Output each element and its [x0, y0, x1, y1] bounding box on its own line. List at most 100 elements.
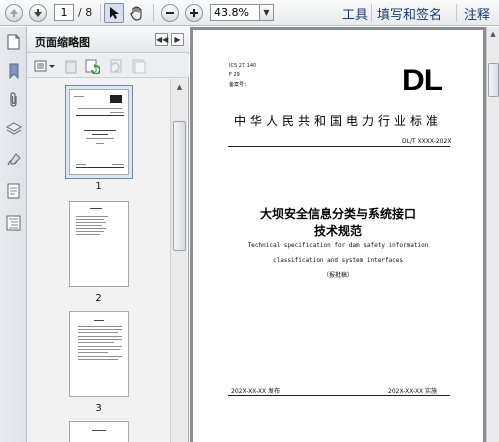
thumbnail-list: 1 2 3 — [27, 79, 170, 442]
scrollbar-thumb[interactable] — [173, 121, 186, 251]
thumb-line — [90, 208, 102, 209]
layers-icon — [5, 121, 22, 135]
fill-sign-link[interactable]: 填写和签名 — [377, 4, 442, 23]
content-button[interactable] — [5, 214, 22, 231]
delete-pages-button[interactable] — [63, 58, 79, 74]
thumbnail-page-3[interactable] — [69, 311, 129, 397]
implement-date: 202X-XX-XX 实施 — [388, 388, 438, 395]
minus-icon — [161, 4, 179, 22]
thumb-line — [78, 346, 122, 347]
thumbnail-toolbar — [27, 54, 189, 78]
thumb-line — [78, 332, 118, 333]
zoom-out-button[interactable] — [160, 3, 180, 23]
document-properties-button[interactable] — [5, 182, 22, 199]
tools-link[interactable]: 工具 — [342, 4, 368, 23]
thumb-line — [86, 138, 114, 139]
thumb-line — [78, 339, 122, 340]
page-number-input[interactable]: 1 — [54, 4, 74, 21]
paperclip-icon — [9, 91, 17, 107]
main-title-line-1: 大坝安全信息分类与系统接口 — [259, 207, 416, 221]
rotate-counter-button[interactable] — [107, 58, 123, 74]
dl-logo: DL — [402, 64, 443, 97]
navigation-pane-strip — [0, 27, 27, 442]
thumbnail-number: 2 — [95, 293, 102, 304]
thumb-line — [78, 336, 122, 337]
scroll-up-icon[interactable]: ▲ — [173, 81, 186, 94]
thumbnail-page-4[interactable] — [69, 421, 129, 442]
arrow-up-icon — [5, 4, 23, 22]
thumb-line — [112, 164, 124, 165]
layers-button[interactable] — [5, 120, 22, 137]
ics-code: ICS 27.140 — [229, 63, 257, 69]
document-page: ICS 27.140 F 29 备案号： DL 中华人民共和国电力行业标准 DL… — [193, 30, 483, 442]
comment-link[interactable]: 注释 — [464, 4, 490, 23]
thumb-line — [96, 143, 104, 144]
english-title-line-1: Technical specification for dam safety i… — [247, 242, 429, 249]
options-menu-icon — [34, 60, 55, 72]
thumbnail-page-1[interactable] — [69, 89, 129, 175]
document-view: ICS 27.140 F 29 备案号： DL 中华人民共和国电力行业标准 DL… — [190, 27, 486, 442]
double-chevron-left-icon: ◀◀ — [156, 35, 169, 44]
attachments-button[interactable] — [5, 91, 22, 108]
zoom-in-button[interactable] — [184, 3, 204, 23]
thumb-line — [78, 342, 114, 343]
page-stack-icon — [132, 59, 146, 74]
thumb-line — [78, 329, 122, 330]
thumb-rule — [76, 167, 124, 168]
thumbnail-panel: 页面缩略图 ◀◀ ▶ 1 2 3 ▲ — [27, 27, 189, 442]
collapse-panel-button[interactable]: ◀◀ — [155, 33, 168, 46]
thumb-logo — [110, 95, 122, 103]
plus-icon — [185, 4, 203, 22]
main-toolbar: 1 / 8 43.8% ▼ 工具 填写和签名 注释 — [0, 0, 499, 26]
rotate-pages-button[interactable] — [84, 58, 101, 75]
footer-rule — [228, 395, 450, 396]
page-total-label: / 8 — [78, 6, 93, 19]
rotate-icon — [85, 59, 101, 75]
select-tool-button[interactable] — [104, 3, 124, 23]
thumb-line — [92, 134, 108, 135]
thumb-rule — [76, 115, 124, 116]
standard-number: DL/T XXXX-202X — [402, 138, 452, 145]
page-icon — [7, 34, 20, 49]
standard-title: 中华人民共和国电力行业标准 — [233, 114, 442, 128]
thumb-line — [76, 164, 86, 165]
thumb-line — [78, 326, 122, 327]
classification-code: F 29 — [229, 72, 240, 78]
toolbar-divider — [371, 4, 372, 22]
header-rule — [228, 146, 450, 147]
english-title-line-2: classification and system interfaces — [272, 257, 404, 264]
thumb-line — [76, 219, 104, 220]
zoom-level-input[interactable]: 43.8% — [210, 4, 260, 21]
panel-menu-button[interactable]: ▶ — [171, 33, 184, 46]
thumb-line — [76, 225, 102, 226]
chevron-down-icon: ▼ — [263, 8, 270, 17]
cursor-arrow-icon — [110, 7, 119, 19]
bookmarks-button[interactable] — [5, 62, 22, 79]
thumb-line — [76, 216, 108, 217]
document-scrollbar[interactable]: ▲ — [486, 27, 499, 442]
scroll-up-icon[interactable]: ▲ — [487, 28, 499, 41]
trash-icon — [65, 60, 77, 74]
toolbar-divider — [456, 4, 457, 22]
thumb-line — [78, 359, 118, 360]
thumb-line — [94, 320, 104, 321]
print-pages-button[interactable] — [130, 58, 146, 74]
thumbnail-scrollbar[interactable]: ▲ — [170, 79, 187, 442]
toolbar-divider — [100, 4, 101, 22]
record-number: 备案号： — [229, 82, 250, 88]
thumb-line — [78, 349, 120, 350]
bookmark-icon — [9, 63, 18, 79]
scrollbar-thumb[interactable] — [488, 63, 499, 97]
previous-page-button[interactable] — [4, 3, 24, 23]
thumb-line — [110, 112, 124, 113]
zoom-dropdown-button[interactable]: ▼ — [260, 4, 274, 21]
thumbnail-page-2[interactable] — [69, 201, 129, 287]
thumb-line — [76, 234, 100, 235]
next-page-button[interactable] — [28, 3, 48, 23]
thumbnail-number: 3 — [95, 403, 102, 414]
arrow-down-icon — [29, 4, 47, 22]
signatures-button[interactable] — [5, 151, 22, 168]
options-button[interactable] — [34, 58, 56, 74]
page-thumbnails-button[interactable] — [5, 33, 22, 50]
hand-tool-button[interactable] — [128, 4, 146, 22]
